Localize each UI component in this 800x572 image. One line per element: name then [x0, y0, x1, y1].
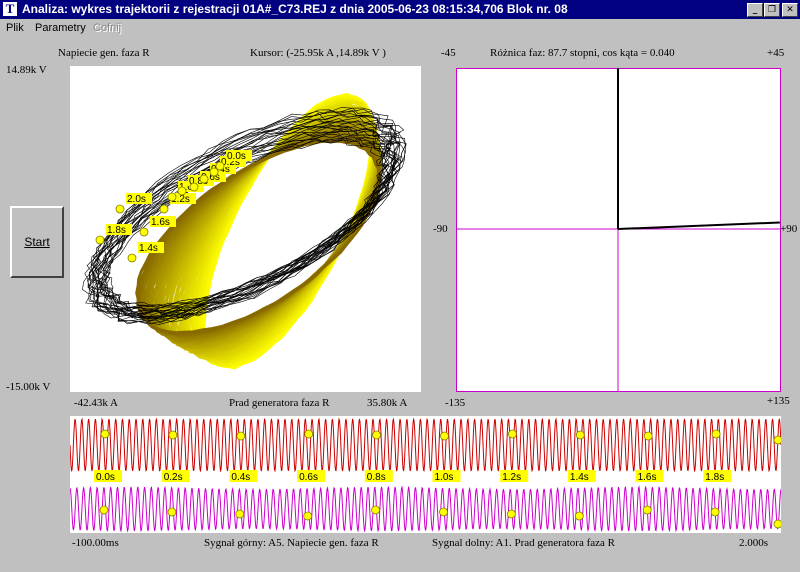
signal-plot[interactable]: 0.0s 0.2s 0.4s 0.6s 0.8s 1.0s 1.2s 1.4s 1.6s 1.8s	[69, 416, 783, 533]
signal-time-ticks: 0.0s 0.2s 0.4s 0.6s 0.8s 1.0s 1.2s 1.4s 1.6s 1.8s	[94, 470, 732, 483]
phase-chart	[456, 68, 781, 392]
trajectory-marker-label: 1.8s	[107, 225, 126, 236]
signal-tick-label: 1.4s	[570, 472, 589, 483]
close-button[interactable]: ✕	[782, 3, 798, 17]
menu-plik[interactable]: Plik	[6, 22, 24, 34]
menu-bar: Plik Parametry Cofnij	[0, 19, 800, 37]
trajectory-marker-dot	[199, 174, 209, 184]
phase-top-right: +45	[767, 47, 785, 59]
trajectory-marker-dot	[209, 167, 219, 177]
signal-bottom-marker	[642, 505, 652, 515]
signal-tick-label: 0.6s	[299, 472, 318, 483]
signal-bottom-marker	[167, 507, 177, 517]
phase-plot[interactable]	[456, 68, 781, 392]
trajectory-marker-dot	[215, 161, 225, 171]
signal-bottom-marker	[439, 507, 448, 517]
trajectory-chart: 2.0s1.8s1.6s1.4s1.2s1.0s0.8s0.6s0.4s0.2s…	[82, 92, 407, 370]
trajectory-marker-dot	[127, 253, 137, 263]
restore-button[interactable]: ❐	[764, 3, 780, 17]
trajectory-marker-label: 0.0s	[227, 151, 246, 162]
menu-cofnij[interactable]: Cofnij	[93, 22, 121, 34]
phase-mid-left: -90	[433, 223, 448, 235]
window-title: Analiza: wykres trajektorii z rejestracj…	[22, 2, 568, 16]
signal-top-marker	[440, 431, 449, 441]
menu-parametry[interactable]: Parametry	[35, 22, 86, 34]
signal-top-marker	[236, 431, 246, 441]
trajectory-marker-dot	[159, 204, 169, 214]
minimize-button[interactable]: _	[747, 3, 763, 17]
signal-tick-label: 1.6s	[638, 472, 657, 483]
phase-bottom-left: -135	[445, 397, 466, 409]
trajectory-x-min: -42.43k A	[74, 397, 118, 409]
app-icon: T	[3, 2, 17, 16]
signal-bottom-marker	[99, 505, 109, 515]
trajectory-marker-dot	[139, 227, 149, 237]
signal-tick-label: 1.2s	[502, 472, 521, 483]
signal-top-marker	[643, 431, 653, 441]
phase-bottom-right: +135	[767, 395, 790, 407]
trajectory-x-max: 35.80k A	[367, 397, 408, 409]
title-bar: T Analiza: wykres trajektorii z rejestra…	[0, 0, 800, 19]
trajectory-marker-dot	[167, 192, 177, 202]
signal-bottom-marker	[235, 509, 245, 519]
trajectory-marker-dot	[177, 186, 187, 196]
signal-time-start: -100.00ms	[72, 537, 119, 549]
signal-top-marker	[304, 429, 314, 439]
signal-top-marker	[711, 429, 721, 439]
signal-top-marker	[372, 430, 382, 440]
trajectory-y-min: -15.00k V	[6, 381, 51, 393]
start-button-label: Start	[24, 235, 50, 249]
signal-bottom-marker	[574, 511, 584, 521]
trajectory-x-title: Prad generatora faza R	[229, 397, 330, 409]
signal-chart: 0.0s 0.2s 0.4s 0.6s 0.8s 1.0s 1.2s 1.4s 1.6s 1.8s	[69, 417, 783, 533]
trajectory-marker-dot	[115, 204, 125, 214]
start-button[interactable]: Start	[10, 206, 64, 278]
trajectory-y-max: 14.89k V	[6, 64, 47, 76]
signal-tick-label: 0.0s	[96, 472, 115, 483]
signal-tick-label: 1.8s	[705, 472, 724, 483]
signal-tick-label: 0.4s	[231, 472, 250, 483]
signal-bottom-marker	[506, 509, 516, 519]
signal-top-marker	[773, 435, 783, 445]
signal-top-label: Sygnał górny: A5. Napiecie gen. faza R	[204, 537, 379, 549]
signal-bottom-marker	[710, 507, 720, 517]
signal-top-marker	[100, 429, 110, 439]
signal-bottom-marker	[303, 511, 313, 521]
signal-bottom-marker	[773, 519, 783, 529]
signal-tick-label: 0.8s	[367, 472, 386, 483]
trajectory-black-loops	[82, 107, 407, 325]
signal-top-marker	[507, 429, 517, 439]
trajectory-marker-label: 2.0s	[127, 194, 146, 205]
signal-tick-label: 0.2s	[164, 472, 183, 483]
phase-top-left: -45	[441, 47, 456, 59]
signal-top-marker	[168, 430, 178, 440]
signal-tick-label: 1.0s	[435, 472, 454, 483]
phase-title: Różnica faz: 87.7 stopni, cos kąta = 0.0…	[490, 47, 675, 59]
trajectory-marker-label: 1.4s	[139, 243, 158, 254]
signal-top-wave	[69, 417, 782, 473]
signal-time-end: 2.000s	[739, 537, 769, 549]
signal-bottom-wave	[69, 485, 782, 533]
trajectory-marker-dot	[189, 182, 199, 192]
trajectory-plot[interactable]: 2.0s1.8s1.6s1.4s1.2s1.0s0.8s0.6s0.4s0.2s…	[70, 66, 421, 392]
signal-bottom-label: Sygnal dolny: A1. Prad generatora faza R	[432, 537, 615, 549]
cursor-readout: Kursor: (-25.95k A ,14.89k V )	[250, 47, 386, 59]
trajectory-y-title: Napiecie gen. faza R	[58, 47, 150, 59]
trajectory-marker-dot	[95, 235, 105, 245]
phase-mid-right: +90	[780, 223, 798, 235]
trajectory-marker-label: 1.6s	[151, 217, 170, 228]
signal-bottom-marker	[371, 505, 381, 515]
signal-top-marker	[575, 430, 585, 440]
